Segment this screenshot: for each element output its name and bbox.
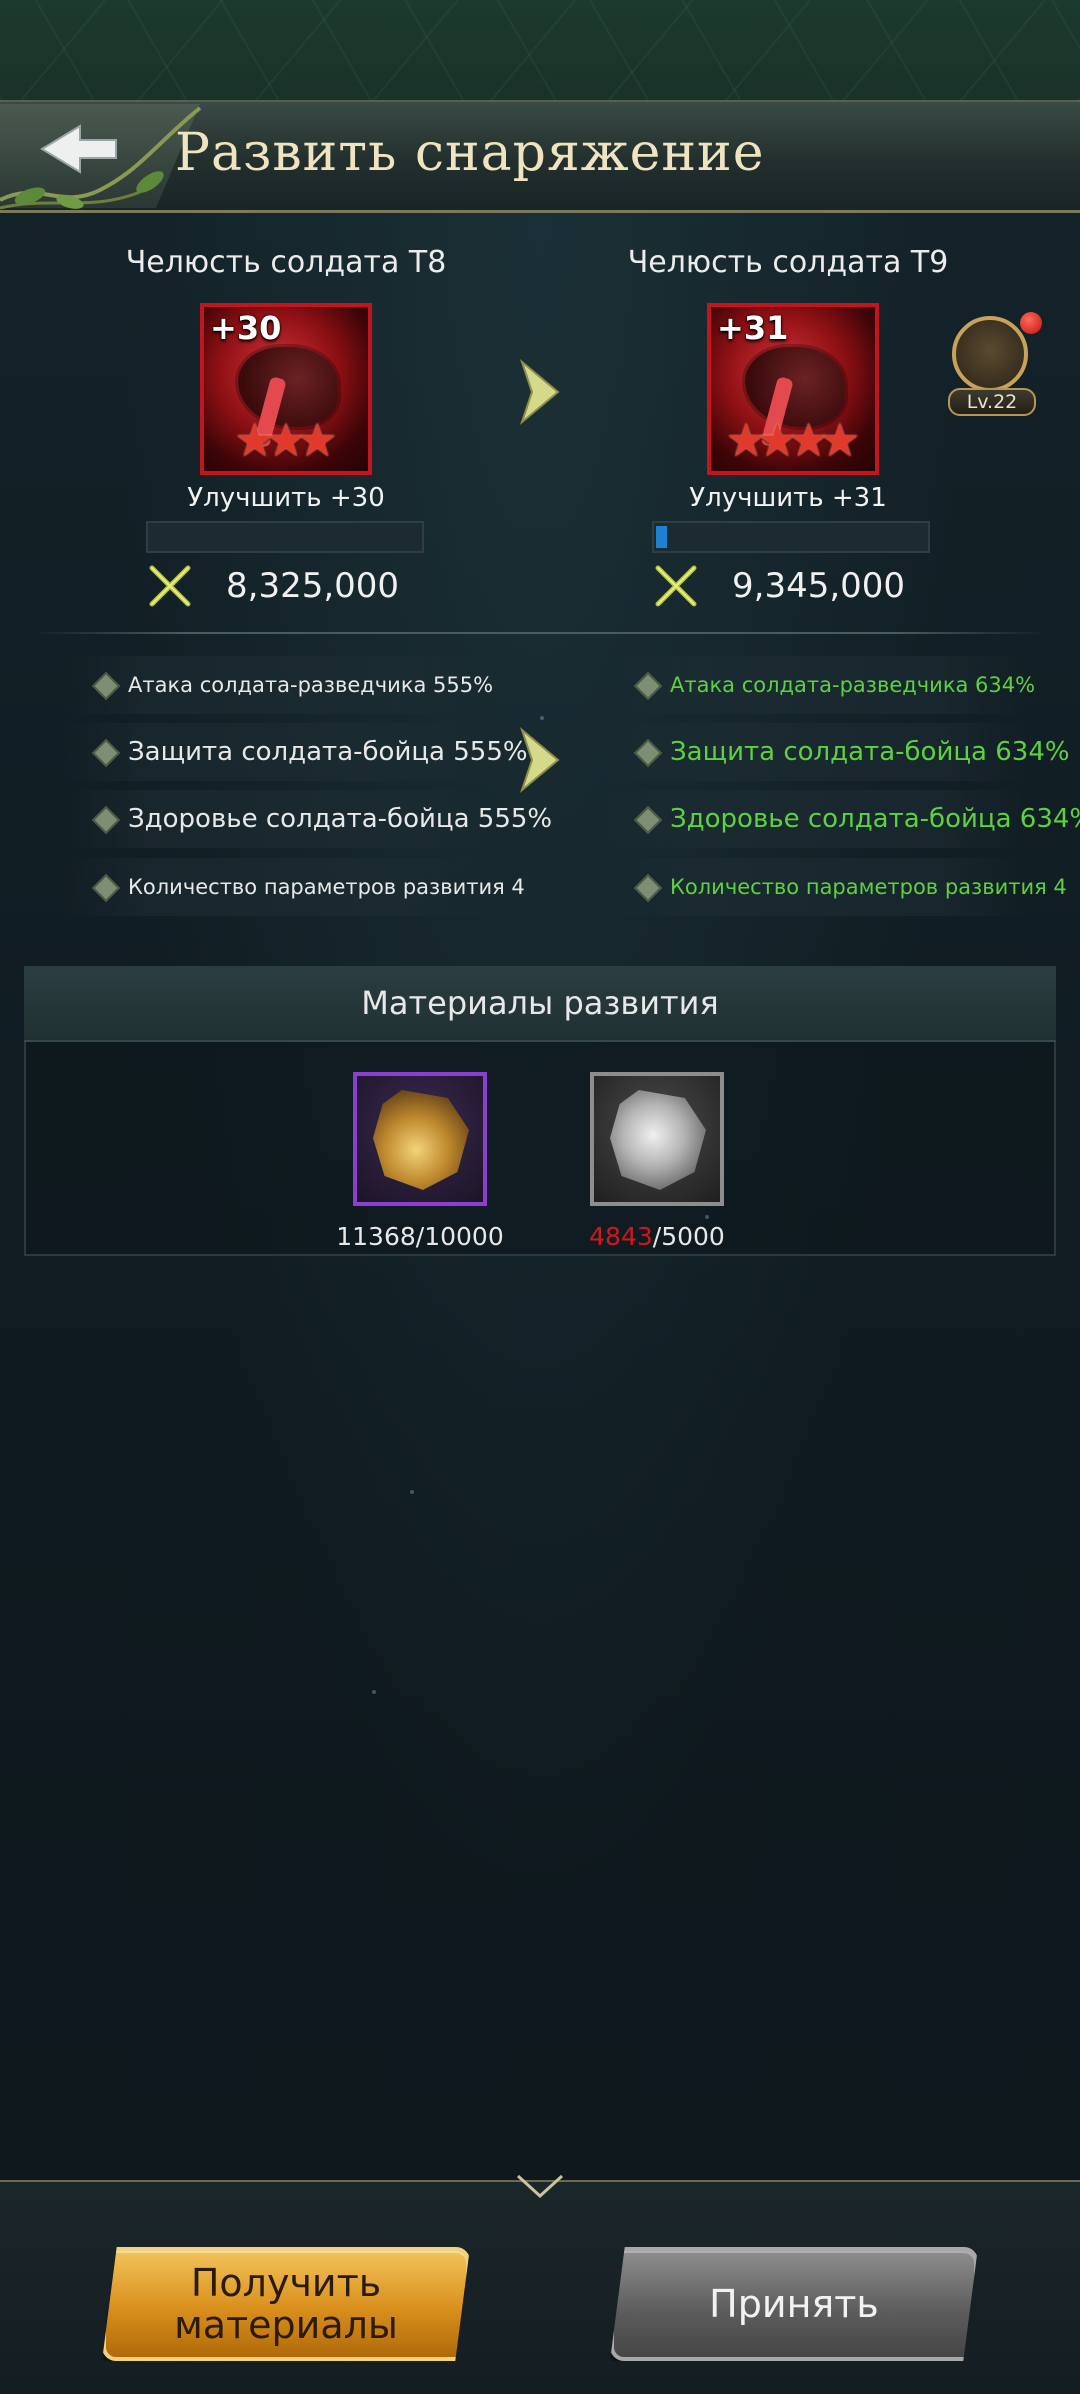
material-count: 11368/10000 — [300, 1220, 540, 1254]
stat-text: Количество параметров развития 4 — [128, 875, 525, 899]
stat-text: Атака солдата-разведчика 555% — [128, 673, 494, 697]
diamond-bullet-icon — [633, 873, 663, 903]
current-progress-bar — [146, 521, 424, 553]
next-progress-bar — [652, 521, 930, 553]
star-rating: ★★★ — [204, 417, 368, 463]
diamond-bullet-icon — [91, 873, 121, 903]
current-stat-row: Защита солдата-бойца 555% — [64, 723, 528, 781]
item-level-badge: +31 — [717, 309, 789, 347]
stat-text: Атака солдата-разведчика 634% — [670, 673, 1036, 697]
current-stat-row: Здоровье солдата-бойца 555% — [64, 790, 552, 848]
material-slot-silver-ore[interactable] — [590, 1072, 724, 1206]
stat-text: Количество параметров развития 4 — [670, 875, 1067, 899]
material-slot-gold-crystal[interactable] — [353, 1072, 487, 1206]
star-icon: ★ — [819, 413, 861, 467]
material-need: /10000 — [415, 1222, 504, 1251]
current-item-icon[interactable]: +30 ★★★ — [200, 303, 372, 475]
material-need: /5000 — [652, 1222, 725, 1251]
divider — [32, 632, 1048, 634]
diamond-bullet-icon — [633, 671, 663, 701]
diamond-bullet-icon — [633, 805, 663, 835]
stat-text: Защита солдата-бойца 634% — [670, 737, 1070, 767]
next-stat-row: Количество параметров развития 4 — [606, 858, 1067, 916]
material-have: 11368 — [336, 1222, 416, 1251]
sparkle-decoration — [540, 716, 544, 720]
page-title: Развить снаряжение — [175, 123, 765, 183]
silver-ore-icon — [610, 1090, 706, 1190]
get-materials-button[interactable]: Получить материалы — [102, 2247, 470, 2361]
item-level-badge: +30 — [210, 309, 282, 347]
next-item-name: Челюсть солдата T9 — [627, 245, 949, 280]
stat-text: Здоровье солдата-бойца 634% — [670, 804, 1080, 834]
next-power-value: 9,345,000 — [732, 566, 906, 606]
notification-dot-icon — [1020, 312, 1042, 334]
notch-decoration-icon — [516, 2174, 564, 2198]
next-stat-row: Защита солдата-бойца 634% — [606, 723, 1070, 781]
diamond-bullet-icon — [91, 671, 121, 701]
avatar — [952, 316, 1028, 392]
accept-button[interactable]: Принять — [610, 2247, 978, 2361]
accept-label: Принять — [709, 2282, 879, 2326]
next-stat-row: Здоровье солдата-бойца 634% — [606, 790, 1080, 848]
button-label-line: Получить — [190, 2261, 382, 2305]
star-icon: ★ — [296, 413, 338, 467]
stat-text: Защита солдата-бойца 555% — [128, 737, 528, 767]
current-stat-row: Атака солдата-разведчика 555% — [64, 656, 493, 714]
status-area-background — [0, 0, 1080, 100]
current-stat-row: Количество параметров развития 4 — [64, 858, 525, 916]
progress-fill — [656, 526, 667, 548]
current-upgrade-label: Улучшить +30 — [187, 483, 385, 513]
chevron-right-icon — [519, 358, 560, 426]
sparkle-decoration — [705, 1215, 709, 1219]
diamond-bullet-icon — [91, 738, 121, 768]
next-upgrade-label: Улучшить +31 — [689, 483, 887, 513]
gold-crystal-icon — [373, 1090, 469, 1190]
stat-text: Здоровье солдата-бойца 555% — [128, 804, 553, 834]
avatar-badge[interactable]: Lv.22 — [944, 312, 1052, 420]
chevron-right-icon — [519, 726, 560, 794]
star-rating: ★★★★ — [711, 417, 875, 463]
diamond-bullet-icon — [633, 738, 663, 768]
material-have: 4843 — [589, 1222, 653, 1251]
crossed-swords-icon — [149, 565, 191, 607]
next-item-icon[interactable]: +31 ★★★★ — [707, 303, 879, 475]
current-item-name: Челюсть солдата T8 — [125, 245, 447, 280]
get-materials-label: Получить материалы — [174, 2262, 398, 2346]
next-stat-row: Атака солдата-разведчика 634% — [606, 656, 1035, 714]
avatar-level: Lv.22 — [948, 388, 1036, 416]
diamond-bullet-icon — [91, 805, 121, 835]
current-power-value: 8,325,000 — [226, 566, 400, 606]
crossed-swords-icon — [655, 565, 697, 607]
material-count: 4843/5000 — [537, 1220, 777, 1254]
button-label-line: материалы — [174, 2303, 398, 2347]
sparkle-decoration — [410, 1490, 414, 1494]
sparkle-decoration — [372, 1690, 376, 1694]
materials-title: Материалы развития — [361, 984, 719, 1022]
